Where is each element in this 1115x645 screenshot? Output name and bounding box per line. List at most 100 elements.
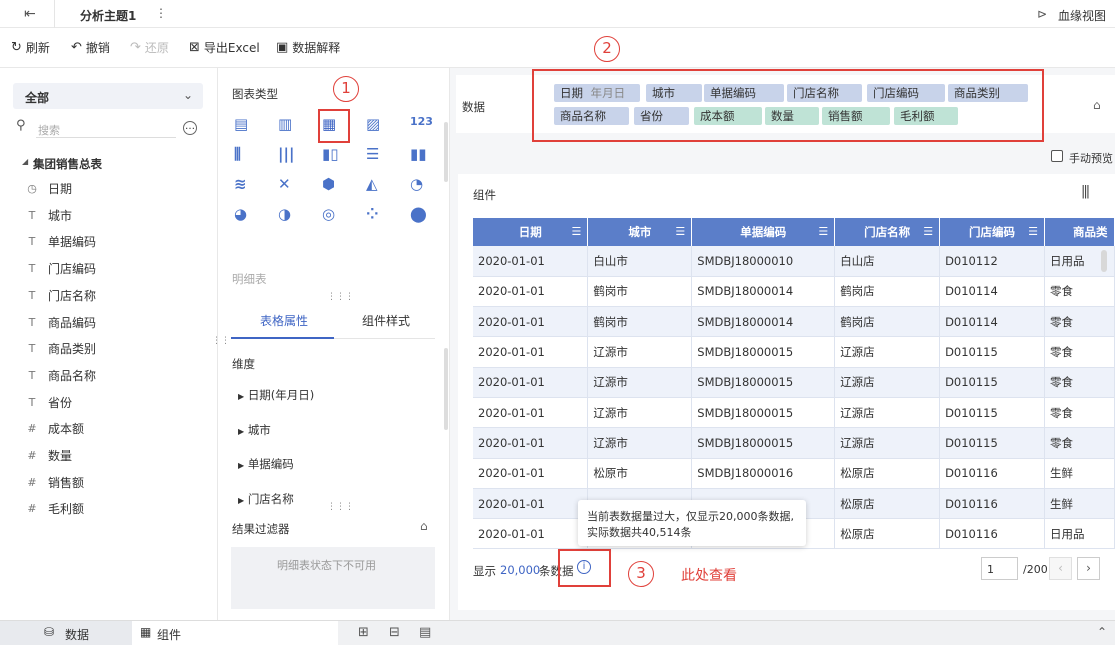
drag-handle-icon[interactable]: ⋮⋮⋮	[327, 292, 354, 302]
manual-preview-label[interactable]: 手动预览	[1069, 150, 1113, 166]
pie-chart-icon[interactable]: ◕	[234, 205, 258, 227]
table-cell: 松原店	[834, 458, 941, 489]
tooltip-line2: 实际数据共40,514条	[587, 526, 692, 539]
field-item[interactable]: T 门店编码	[26, 260, 96, 277]
panel-resize-icon[interactable]: ⋮⋮	[212, 336, 230, 346]
field-item[interactable]: T 商品名称	[26, 367, 96, 384]
column-header[interactable]: 门店名称 ☰	[834, 218, 941, 246]
sort-icon[interactable]: ☰	[572, 225, 582, 238]
field-item[interactable]: T 门店名称	[26, 287, 96, 304]
collapse-triangle-icon[interactable]: ◢	[22, 157, 28, 166]
bubble-icon[interactable]: ⬤	[410, 205, 434, 227]
back-icon[interactable]: ⇤	[24, 6, 36, 22]
field-item[interactable]: # 毛利额	[26, 500, 84, 517]
tab-component[interactable]: ▦ 组件	[132, 621, 338, 645]
horizontal-bar-icon[interactable]: ☰	[366, 145, 390, 167]
field-label: 商品编码	[48, 315, 97, 330]
export-excel-button[interactable]: ⊠ 导出Excel	[189, 39, 260, 56]
field-type-icon: #	[27, 475, 37, 489]
field-item[interactable]: ◷ 日期	[26, 180, 72, 197]
cross-table-icon[interactable]: ▥	[278, 115, 302, 137]
drag-handle-icon-2[interactable]: ⋮⋮⋮	[327, 502, 354, 512]
tab-table-props[interactable]: 表格属性	[260, 312, 308, 329]
expand-triangle-icon: ▶	[238, 392, 245, 401]
sort-icon[interactable]: ☰	[923, 225, 933, 238]
table-cell: D010115	[939, 427, 1045, 459]
lineage-icon[interactable]: ⊳	[1037, 7, 1047, 21]
scrollbar-2[interactable]	[444, 348, 448, 430]
tab-data[interactable]: ⛁ 数据	[0, 621, 132, 645]
page-input[interactable]: 1	[981, 557, 1018, 580]
tab-component-style[interactable]: 组件样式	[362, 312, 410, 329]
table-select[interactable]: 全部 ⌄	[13, 83, 203, 109]
area-wave-icon[interactable]: ≋	[234, 175, 258, 197]
lock-icon-2[interactable]: ⌂	[1093, 98, 1101, 112]
highlight-box-2	[532, 69, 1044, 142]
next-page-button[interactable]: ›	[1077, 557, 1100, 580]
gauge-icon[interactable]: ◔	[410, 175, 434, 197]
hexagon-icon[interactable]: ⬢	[322, 175, 346, 197]
scrollbar[interactable]	[444, 122, 448, 182]
refresh-button[interactable]: ↻ 刷新	[11, 39, 50, 56]
excel-icon: ⊠	[189, 40, 200, 55]
column-header[interactable]: 商品类	[1044, 218, 1115, 246]
add-table-icon[interactable]: ⊟	[389, 625, 400, 640]
column-header[interactable]: 单据编码 ☰	[691, 218, 836, 246]
field-item[interactable]: # 数量	[26, 447, 72, 464]
field-item[interactable]: # 成本额	[26, 420, 84, 437]
table-scrollbar[interactable]	[1101, 250, 1107, 272]
dimension-item[interactable]: ▶ 日期(年月日)	[238, 387, 314, 403]
number-icon[interactable]: 123	[410, 115, 434, 137]
line-cross-icon[interactable]: ✕	[278, 175, 302, 197]
prev-page-button[interactable]: ‹	[1049, 557, 1072, 580]
field-item[interactable]: T 商品编码	[26, 314, 96, 331]
table-cell: 2020-01-01	[473, 246, 589, 277]
sort-icon[interactable]: ☰	[818, 225, 828, 238]
filter-title: 结果过滤器	[232, 522, 290, 536]
column-chart-icon[interactable]: ▮▯	[322, 145, 346, 167]
field-item[interactable]: T 省份	[26, 394, 72, 411]
grouped-bar-icon[interactable]: ⫼	[234, 145, 258, 167]
stacked-bar-icon[interactable]: |||	[278, 145, 302, 167]
table-cell: 2020-01-01	[473, 306, 589, 338]
tooltip-line1: 当前表数据量过大，仅显示20,000条数据,	[587, 510, 794, 523]
more-options-icon[interactable]: …	[183, 121, 197, 135]
dimension-label: 日期(年月日)	[247, 388, 315, 402]
search-input[interactable]: 搜索	[38, 122, 60, 138]
column-header[interactable]: 门店编码 ☰	[939, 218, 1045, 246]
scatter-icon[interactable]: ⁘	[366, 205, 390, 227]
kpi-card-icon[interactable]: ▨	[366, 115, 390, 137]
table-icon[interactable]: ▤	[234, 115, 258, 137]
field-item[interactable]: # 销售额	[26, 474, 84, 491]
more-icon[interactable]: ⋮	[155, 6, 167, 20]
manual-preview-checkbox[interactable]	[1051, 150, 1063, 162]
column-header[interactable]: 日期 ☰	[473, 218, 589, 246]
field-type-icon: T	[28, 262, 36, 276]
field-type-icon: T	[28, 368, 36, 382]
field-item[interactable]: T 商品类别	[26, 340, 96, 357]
lineage-view-button[interactable]: 血缘视图	[1058, 7, 1106, 24]
field-item[interactable]: T 城市	[26, 207, 72, 224]
collapse-up-icon[interactable]: ⌃	[1097, 625, 1107, 639]
table-cell: 白山市	[587, 246, 693, 277]
area-chart-icon[interactable]: ◭	[366, 175, 390, 197]
dimension-item[interactable]: ▶ 门店名称	[238, 491, 294, 507]
sort-icon[interactable]: ☰	[1028, 225, 1038, 238]
add-text-icon[interactable]: ▤	[419, 625, 431, 640]
dimension-item[interactable]: ▶ 单据编码	[238, 456, 294, 472]
column-header[interactable]: 城市 ☰	[587, 218, 693, 246]
field-item[interactable]: T 单据编码	[26, 233, 96, 250]
sort-icon[interactable]: ☰	[675, 225, 685, 238]
detail-label: 明细表	[232, 272, 267, 286]
redo-button[interactable]: ↷ 还原	[130, 39, 169, 56]
add-component-icon[interactable]: ⊞	[358, 625, 369, 640]
multi-pie-icon[interactable]: ◑	[278, 205, 302, 227]
lock-icon[interactable]: ⌂	[420, 519, 428, 533]
undo-button[interactable]: ↶ 撤销	[71, 39, 110, 56]
redo-icon: ↷	[130, 40, 141, 55]
dimension-item[interactable]: ▶ 城市	[238, 422, 271, 438]
radar-icon[interactable]: ◎	[322, 205, 346, 227]
data-explain-button[interactable]: ▣ 数据解释	[276, 39, 340, 56]
chart-switch-icon[interactable]: |||	[1081, 184, 1090, 199]
stacked-column-icon[interactable]: ▮▮	[410, 145, 434, 167]
